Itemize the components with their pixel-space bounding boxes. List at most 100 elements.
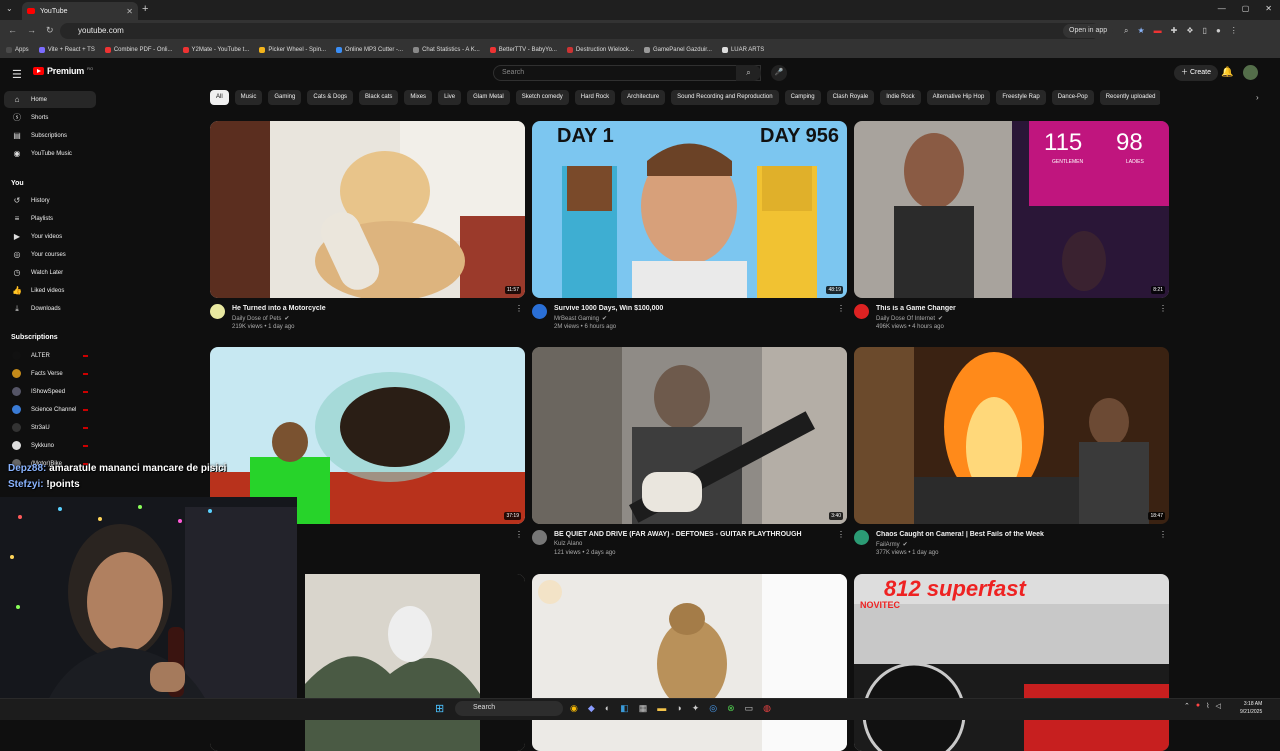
video-title[interactable]: He Turned into a Motorcycle: [232, 305, 512, 312]
channel-name[interactable]: Daily Dose of Pets ✔: [232, 315, 289, 322]
sidebar-subscription[interactable]: Facts Verse: [4, 365, 96, 382]
video-thumbnail[interactable]: 18:47: [854, 347, 1169, 524]
sidebar-subscription[interactable]: ALTER: [4, 347, 96, 364]
video-card[interactable]: 11:57 He Turned into a Motorcycle Daily Do…: [210, 121, 525, 340]
sidebar-item-your-courses[interactable]: ◎ Your courses: [4, 246, 96, 263]
video-card[interactable]: DAY 1 DAY 956 48:19 Survive 1000 Days, Win …: [532, 121, 847, 340]
sidebar-item-shorts[interactable]: ⓢ Shorts: [4, 109, 96, 126]
vscode-icon[interactable]: ◧: [620, 703, 629, 714]
chip-indie-rock[interactable]: Indie Rock: [880, 90, 921, 105]
bookmark-star-icon[interactable]: ★: [1137, 26, 1144, 36]
video-thumbnail[interactable]: 11:57: [210, 121, 525, 298]
guide-menu-icon[interactable]: ☰: [12, 68, 22, 81]
bookmark-item[interactable]: Combine PDF - Onli...: [104, 47, 173, 53]
chip-hard-rock[interactable]: Hard Rock: [574, 90, 616, 105]
extension-icon[interactable]: ✚: [1171, 26, 1178, 36]
app-icon[interactable]: ✦: [692, 703, 700, 714]
bookmark-item[interactable]: BetterTTV - BabyYo...: [489, 47, 557, 53]
video-card[interactable]: 115 98 GENTLEMEN LADIES 8:21 This is a Game C…: [854, 121, 1169, 340]
zoom-icon[interactable]: ⌕: [1124, 26, 1128, 36]
menu-icon[interactable]: ⋮: [1230, 26, 1238, 36]
new-tab-icon[interactable]: +: [142, 3, 148, 15]
sidebar-heading-subscriptions[interactable]: Subscriptions: [11, 334, 58, 341]
chip-architecture[interactable]: Architecture: [621, 90, 666, 105]
taskbar-clock[interactable]: 3:18 AM 9/21/2025: [1240, 700, 1262, 716]
sidebar-item-downloads[interactable]: ⤓ Downloads: [4, 300, 96, 317]
xbox-icon[interactable]: ⊗: [727, 703, 735, 714]
create-button[interactable]: ＋ Create: [1174, 65, 1218, 81]
sidebar-subscription[interactable]: Str3aU: [4, 419, 96, 436]
tab-search-icon[interactable]: ⌄: [6, 4, 13, 13]
sidebar-subscription[interactable]: Sykkuno: [4, 437, 96, 454]
chip-dance-pop[interactable]: Dance-Pop: [1051, 90, 1094, 105]
video-title[interactable]: This is a Game Changer: [876, 305, 1156, 312]
bookmark-item[interactable]: GamePanel Gazduir...: [643, 47, 712, 53]
more-options-icon[interactable]: ⋮: [1159, 530, 1167, 539]
video-thumbnail[interactable]: DAY 1 DAY 956 48:19: [532, 121, 847, 298]
chip-gaming[interactable]: Gaming: [268, 90, 302, 105]
windows-start-icon[interactable]: ⊞: [435, 702, 444, 715]
youtube-premium-logo[interactable]: Premium RO: [33, 66, 93, 76]
video-thumbnail[interactable]: 3:40: [532, 347, 847, 524]
bookmark-item[interactable]: Y2Mate - YouTube t...: [182, 47, 249, 53]
app-icon[interactable]: ◎: [709, 703, 717, 714]
video-thumbnail[interactable]: 115 98 GENTLEMEN LADIES 8:21: [854, 121, 1169, 298]
microphone-icon[interactable]: 🎤: [771, 65, 787, 81]
chrome-icon[interactable]: ◉: [570, 703, 578, 714]
avatar[interactable]: [1243, 65, 1258, 80]
extension-red-icon[interactable]: ▬: [1154, 26, 1162, 36]
video-card[interactable]: 3:40 BE QUIET AND DRIVE (FAR AWAY) - DEFT…: [532, 347, 847, 566]
channel-avatar[interactable]: [854, 304, 869, 319]
video-thumbnail[interactable]: [532, 574, 847, 751]
chip-all[interactable]: All: [210, 90, 229, 105]
sidebar-item-home[interactable]: ⌂ Home: [4, 91, 96, 108]
sidebar-item-watch-later[interactable]: ◷ Watch Later: [4, 264, 96, 281]
back-icon[interactable]: ←: [8, 25, 17, 36]
more-options-icon[interactable]: ⋮: [837, 304, 845, 313]
bookmark-item[interactable]: Vite + React + TS: [38, 47, 95, 53]
app-icon[interactable]: ▭: [745, 703, 754, 714]
bookmark-item[interactable]: Picker Wheel - Spin...: [259, 47, 326, 53]
taskbar-search[interactable]: Search: [455, 701, 563, 716]
close-window-icon[interactable]: ✕: [1265, 4, 1272, 13]
open-in-app-button[interactable]: Open in app: [1063, 24, 1114, 38]
browser-tab[interactable]: YouTube ✕: [22, 2, 138, 20]
chip-clash-royale[interactable]: Clash Royale: [826, 90, 875, 105]
steam-icon[interactable]: ◐: [605, 703, 610, 714]
sidebar-subscription[interactable]: Science Channel: [4, 401, 96, 418]
bookmark-item[interactable]: Destruction Wielock...: [566, 47, 634, 53]
close-tab-icon[interactable]: ✕: [126, 7, 133, 16]
reload-icon[interactable]: ↻: [46, 25, 54, 36]
puzzle-icon[interactable]: ❖: [1186, 26, 1193, 36]
chip-black-cats[interactable]: Black cats: [359, 90, 399, 105]
channel-avatar[interactable]: [210, 304, 225, 319]
bookmark-item[interactable]: Online MP3 Cutter -...: [336, 47, 403, 53]
chip-glam-metal[interactable]: Glam Metal: [467, 90, 510, 105]
channel-avatar[interactable]: [532, 304, 547, 319]
channel-name[interactable]: FailArmy ✔: [876, 541, 908, 548]
chip-alternative-hip-hop[interactable]: Alternative Hip Hop: [926, 90, 991, 105]
chip-freestyle-rap[interactable]: Freestyle Rap: [996, 90, 1046, 105]
channel-avatar[interactable]: [532, 530, 547, 545]
sidebar-item-youtube-music[interactable]: ◉ YouTube Music: [4, 145, 96, 162]
channel-name[interactable]: Kulz Alano: [554, 541, 582, 547]
more-options-icon[interactable]: ⋮: [515, 304, 523, 313]
tray-chevron-icon[interactable]: ⌃: [1184, 702, 1190, 710]
sidebar-item-liked-videos[interactable]: 👍 Liked videos: [4, 282, 96, 299]
sidebar-subscription[interactable]: IShowSpeed: [4, 383, 96, 400]
sidebar-item-your-videos[interactable]: ▶ Your videos: [4, 228, 96, 245]
side-panel-icon[interactable]: ▯: [1203, 26, 1207, 36]
volume-icon[interactable]: ◁: [1216, 702, 1221, 710]
video-title[interactable]: BE QUIET AND DRIVE (FAR AWAY) - DEFTONES…: [554, 531, 834, 538]
channel-name[interactable]: MrBeast Gaming ✔: [554, 315, 607, 322]
minimize-icon[interactable]: —: [1218, 4, 1226, 13]
chip-music[interactable]: Music: [234, 90, 263, 105]
notifications-icon[interactable]: 🔔: [1221, 67, 1233, 78]
search-input[interactable]: Search: [493, 65, 761, 81]
chip-recently-uploaded[interactable]: Recently uploaded: [1099, 90, 1160, 105]
maximize-icon[interactable]: ▢: [1242, 4, 1250, 13]
more-options-icon[interactable]: ⋮: [515, 530, 523, 539]
channel-name[interactable]: Daily Dose Of Internet ✔: [876, 315, 943, 322]
more-options-icon[interactable]: ⋮: [837, 530, 845, 539]
sidebar-item-history[interactable]: ↺ History: [4, 192, 96, 209]
